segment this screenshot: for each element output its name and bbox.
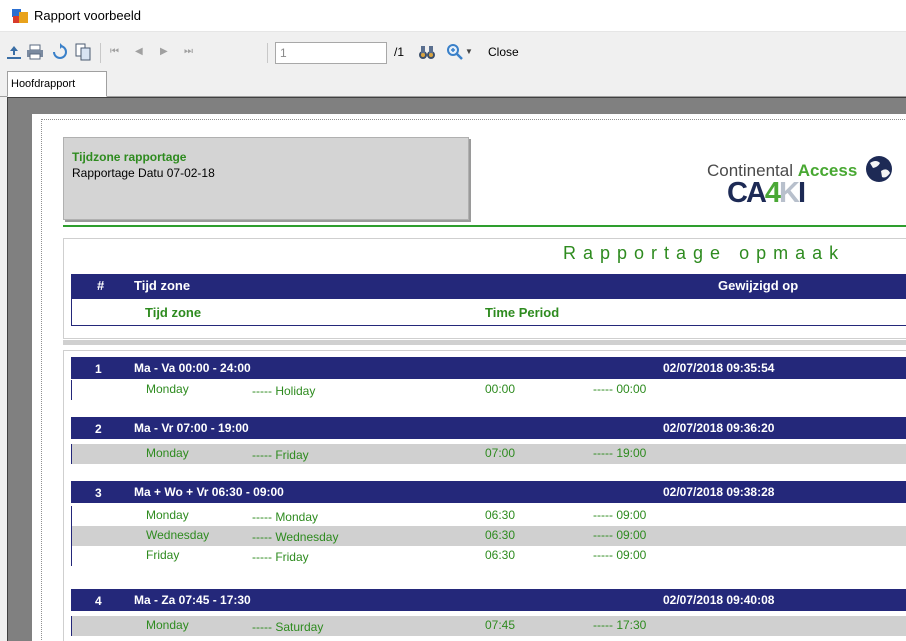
group-number: 4 — [95, 594, 102, 608]
next-page-button[interactable]: ▶ — [160, 46, 168, 57]
report-preview-window: Rapport voorbeeld ⏮ ◀ ▶ ⏭ /1 — [0, 0, 906, 641]
company-logo: Continental Access CA4KI — [687, 137, 906, 219]
group-number: 1 — [95, 362, 102, 376]
refresh-icon[interactable] — [51, 43, 69, 61]
period-to-day: ----- Wednesday — [252, 530, 339, 544]
group-name: Ma - Va 00:00 - 24:00 — [134, 361, 251, 375]
group-number: 2 — [95, 422, 102, 436]
group-number: 3 — [95, 486, 102, 500]
page-number-input[interactable] — [275, 42, 387, 64]
period-start-time: 07:45 — [485, 618, 516, 632]
report-title: Tijdzone rapportage — [72, 150, 187, 164]
binoculars-icon[interactable] — [418, 43, 436, 61]
column-number: # — [97, 278, 105, 293]
period-to-day: ----- Friday — [252, 448, 309, 462]
group-modified-date: 02/07/2018 09:40:08 — [663, 593, 775, 607]
close-button[interactable]: Close — [488, 45, 519, 59]
time-period-row: Monday ----- Friday 07:00 ----- 19:00 — [71, 444, 906, 464]
page-margin-guide — [41, 119, 906, 120]
period-start-time: 06:30 — [485, 548, 516, 562]
period-start-time: 06:30 — [485, 528, 516, 542]
export-icon[interactable] — [5, 43, 23, 61]
period-start-time: 06:30 — [485, 508, 516, 522]
tab-main-report[interactable]: Hoofdrapport — [7, 71, 107, 97]
timezone-group-header: 3 Ma + Wo + Vr 06:30 - 09:00 02/07/2018 … — [71, 481, 906, 503]
column-time-zone: Tijd zone — [134, 278, 191, 293]
zoom-dropdown-icon[interactable]: ▼ — [465, 47, 473, 56]
period-end-time: ----- 00:00 — [593, 382, 647, 396]
group-name: Ma + Wo + Vr 06:30 - 09:00 — [134, 485, 284, 499]
toolbar-separator — [267, 43, 268, 63]
period-end-time: ----- 19:00 — [593, 446, 647, 460]
report-toolbar: ⏮ ◀ ▶ ⏭ /1 ▼ Close — [0, 33, 906, 71]
report-page: Tijdzone rapportage Rapportage Datu 07-0… — [32, 114, 906, 641]
period-start-time: 07:00 — [485, 446, 516, 460]
period-end-time: ----- 17:30 — [593, 618, 647, 632]
period-start-time: 00:00 — [485, 382, 516, 396]
period-to-day: ----- Holiday — [252, 384, 316, 398]
page-total: /1 — [394, 45, 405, 59]
last-page-button[interactable]: ⏭ — [184, 46, 193, 57]
title-bar: Rapport voorbeeld — [0, 0, 906, 32]
previous-page-button[interactable]: ◀ — [135, 46, 143, 57]
print-icon[interactable] — [26, 43, 44, 61]
report-info-box: Tijdzone rapportage Rapportage Datu 07-0… — [63, 137, 469, 220]
app-icon — [12, 9, 28, 23]
header-divider — [63, 225, 906, 227]
logo-mark: CA4KI — [727, 177, 806, 209]
report-date: Rapportage Datu 07-02-18 — [72, 166, 215, 180]
timezone-group-header: 1 Ma - Va 00:00 - 24:00 02/07/2018 09:35… — [71, 357, 906, 379]
period-from-day: Friday — [146, 548, 180, 562]
globe-icon — [866, 156, 893, 182]
column-modified: Gewijzigd op — [718, 278, 799, 293]
period-from-day: Monday — [146, 618, 189, 632]
page-setup-icon[interactable] — [74, 43, 92, 61]
time-period-row: Monday ----- Saturday 07:45 ----- 17:30 — [71, 616, 906, 636]
period-from-day: Monday — [146, 446, 189, 460]
group-modified-date: 02/07/2018 09:35:54 — [663, 361, 775, 375]
subcolumn-header-bar: Tijd zone Time Period — [71, 298, 906, 326]
period-from-day: Wednesday — [146, 528, 210, 542]
group-modified-date: 02/07/2018 09:38:28 — [663, 485, 775, 499]
column-header-bar: # Tijd zone Gewijzigd op — [71, 274, 906, 298]
time-period-row: Monday ----- Holiday 00:00 ----- 00:00 — [71, 380, 906, 400]
header-panel-shadow — [63, 340, 906, 345]
subcolumn-time-period: Time Period — [485, 305, 560, 320]
period-to-day: ----- Monday — [252, 510, 319, 524]
page-margin-guide — [41, 119, 42, 641]
zoom-icon[interactable] — [446, 43, 464, 61]
time-period-row: Friday ----- Friday 06:30 ----- 09:00 — [71, 546, 906, 566]
toolbar-separator — [100, 43, 101, 63]
timezone-group-header: 4 Ma - Za 07:45 - 17:30 02/07/2018 09:40… — [71, 589, 906, 611]
tab-strip: Hoofdrapport — [0, 71, 906, 97]
period-to-day: ----- Friday — [252, 550, 309, 564]
report-heading: Rapportage opmaak — [563, 243, 846, 263]
period-end-time: ----- 09:00 — [593, 528, 647, 542]
report-viewer[interactable]: Tijdzone rapportage Rapportage Datu 07-0… — [7, 97, 906, 641]
period-to-day: ----- Saturday — [252, 620, 324, 634]
group-name: Ma - Za 07:45 - 17:30 — [134, 593, 251, 607]
group-name: Ma - Vr 07:00 - 19:00 — [134, 421, 249, 435]
window-title: Rapport voorbeeld — [34, 8, 141, 23]
period-end-time: ----- 09:00 — [593, 548, 647, 562]
subcolumn-time-zone: Tijd zone — [145, 305, 202, 320]
timezone-group-header: 2 Ma - Vr 07:00 - 19:00 02/07/2018 09:36… — [71, 417, 906, 439]
period-from-day: Monday — [146, 508, 189, 522]
period-from-day: Monday — [146, 382, 189, 396]
first-page-button[interactable]: ⏮ — [110, 46, 119, 57]
period-end-time: ----- 09:00 — [593, 508, 647, 522]
time-period-row: Wednesday ----- Wednesday 06:30 ----- 09… — [71, 526, 906, 546]
time-period-row: Monday ----- Monday 06:30 ----- 09:00 — [71, 506, 906, 526]
group-modified-date: 02/07/2018 09:36:20 — [663, 421, 775, 435]
